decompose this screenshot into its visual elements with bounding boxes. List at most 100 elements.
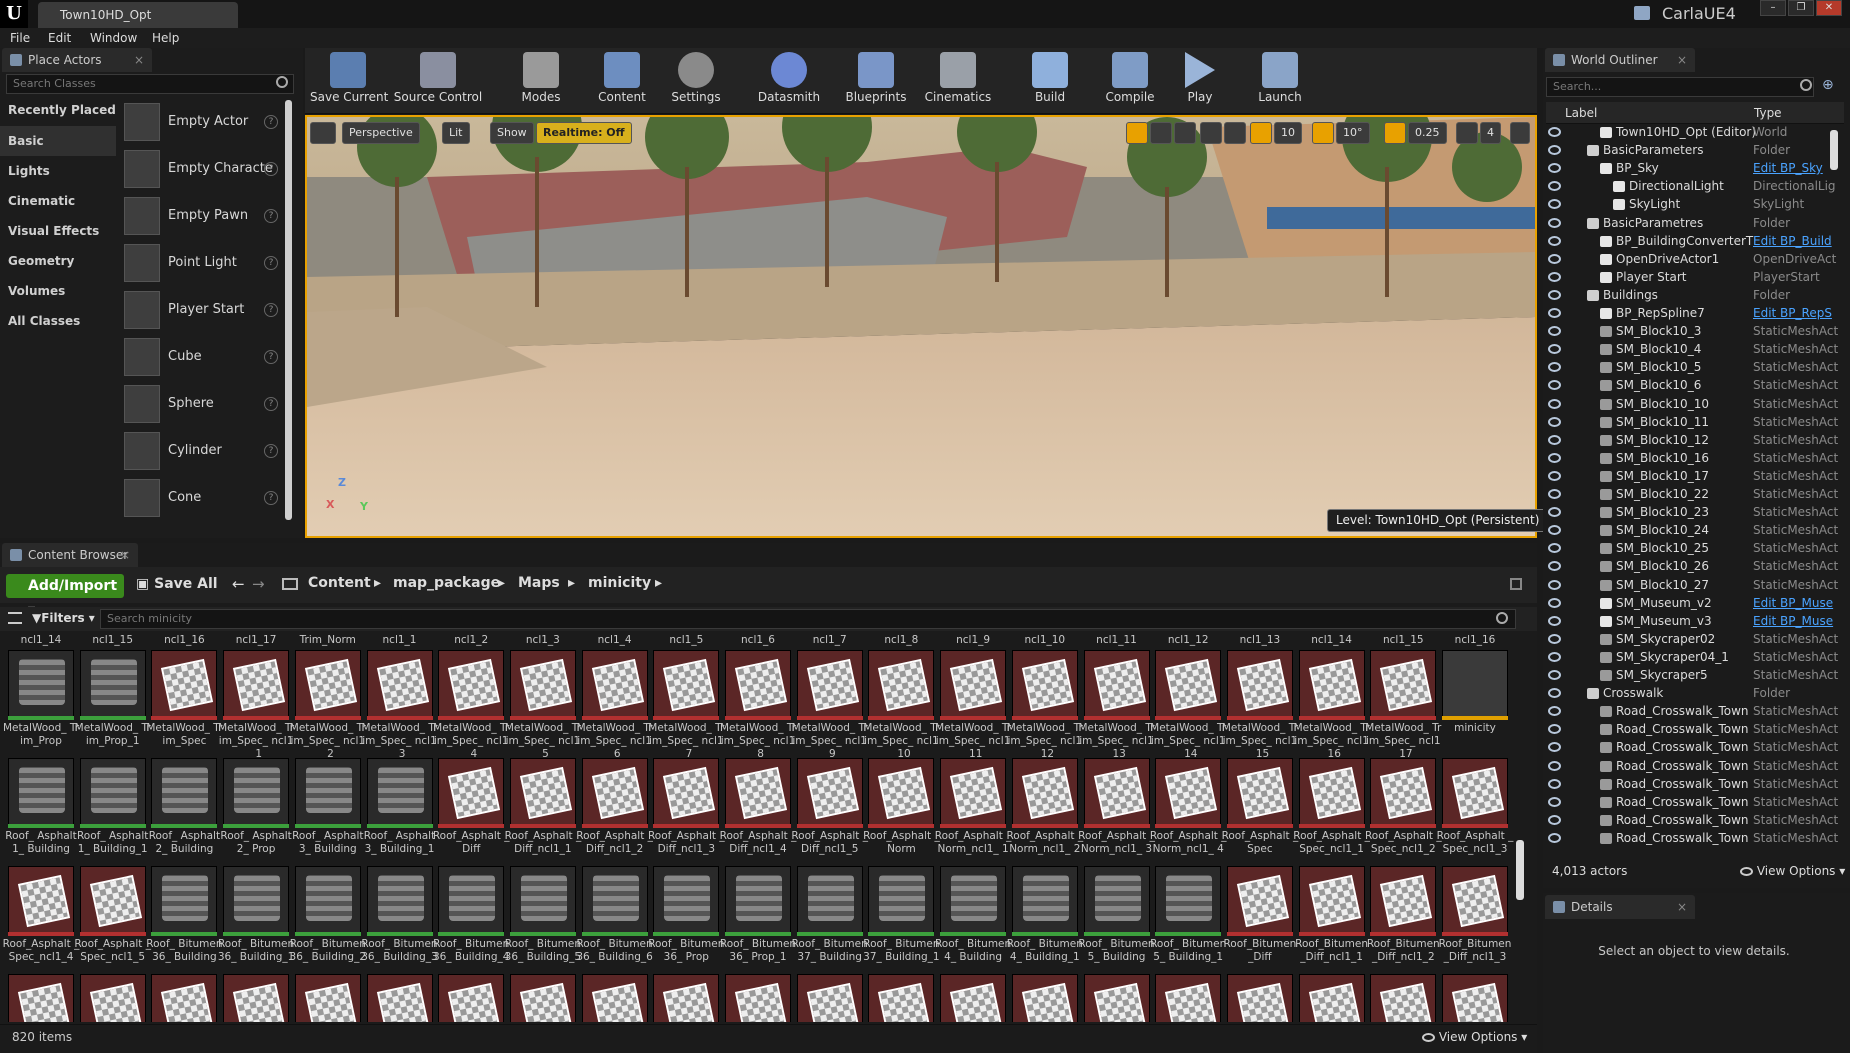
document-tab[interactable]: Town10HD_Opt bbox=[38, 2, 238, 28]
outliner-row[interactable]: SM_Block10_22 StaticMeshAct bbox=[1548, 486, 1848, 504]
outliner-row-type[interactable]: Edit BP_Muse bbox=[1753, 596, 1845, 610]
content-button[interactable]: Content bbox=[592, 48, 652, 112]
actor-empty-actor[interactable]: Empty Actor? bbox=[122, 99, 282, 146]
asset-tile[interactable]: Roof_ Asphalt3_ Building_1 bbox=[364, 758, 435, 864]
menu-file[interactable]: File bbox=[10, 28, 30, 48]
outliner-row[interactable]: SM_Skycraper02 StaticMeshAct bbox=[1548, 631, 1848, 649]
asset-tile[interactable]: Roof_ Asphalt1_ Building bbox=[5, 758, 77, 864]
visibility-eye-icon[interactable] bbox=[1548, 724, 1561, 735]
asset-tile[interactable] bbox=[151, 974, 218, 1022]
category-visual-effects[interactable]: Visual Effects bbox=[0, 216, 116, 246]
visibility-eye-icon[interactable] bbox=[1548, 670, 1561, 680]
actors-scrollbar[interactable] bbox=[285, 100, 292, 520]
close-tab-icon[interactable]: × bbox=[1677, 48, 1687, 72]
asset-tile[interactable] bbox=[8, 974, 74, 1022]
launch-button[interactable]: Launch bbox=[1250, 48, 1310, 112]
visibility-eye-icon[interactable] bbox=[1548, 199, 1561, 210]
build-button[interactable]: Build bbox=[1020, 48, 1080, 112]
visibility-eye-icon[interactable] bbox=[1548, 651, 1561, 662]
visibility-eye-icon[interactable] bbox=[1548, 760, 1561, 771]
asset-tile[interactable]: Roof_ Bitumen36_ Building_1 bbox=[218, 866, 294, 972]
outliner-row[interactable]: Road_Crosswalk_Town StaticMeshAct bbox=[1548, 830, 1848, 848]
asset-tile[interactable]: MetalWood_ Trim_Spec_ ncl1_14 bbox=[1150, 650, 1226, 758]
outliner-row[interactable]: Road_Crosswalk_Town StaticMeshAct bbox=[1548, 739, 1848, 757]
outliner-row[interactable]: BP_BuildingConverterT Edit BP_Build bbox=[1548, 233, 1848, 251]
asset-tile[interactable]: Roof_ Bitumen37_ Building_1 bbox=[863, 866, 940, 972]
asset-tile[interactable]: Roof_Asphalt _Diff_ncl1_2 bbox=[576, 758, 653, 864]
visibility-eye-icon[interactable] bbox=[1548, 778, 1561, 789]
asset-tile[interactable]: Roof_ Bitumen36_ Building_4 bbox=[433, 866, 509, 972]
modes-button[interactable]: Modes bbox=[510, 48, 572, 112]
actor-point-light[interactable]: Point Light? bbox=[122, 240, 282, 287]
visibility-eye-icon[interactable] bbox=[1548, 380, 1561, 391]
visibility-eye-icon[interactable] bbox=[1548, 706, 1561, 717]
asset-tile[interactable]: MetalWood_ Trim_Spec_ ncl1_8 bbox=[720, 650, 796, 758]
category-cinematic[interactable]: Cinematic bbox=[0, 186, 116, 216]
asset-tile[interactable]: MetalWood_ Trim_Prop bbox=[3, 650, 79, 756]
category-recently-placed[interactable]: Recently Placed bbox=[0, 95, 116, 125]
outliner-row[interactable]: Road_Crosswalk_Town StaticMeshAct bbox=[1548, 703, 1848, 721]
outliner-row[interactable]: BasicParametres Folder bbox=[1548, 215, 1848, 233]
asset-tile[interactable]: Roof_Asphalt _Norm_ncl1_ 1 bbox=[935, 758, 1011, 864]
datasmith-button[interactable]: Datasmith bbox=[752, 48, 826, 112]
outliner-row[interactable]: Crosswalk Folder bbox=[1548, 685, 1848, 703]
asset-tile[interactable] bbox=[1298, 974, 1365, 1022]
asset-tile[interactable]: MetalWood_ Trim_Prop_1 bbox=[75, 650, 151, 756]
outliner-row[interactable]: SM_Block10_17 StaticMeshAct bbox=[1548, 468, 1848, 486]
visibility-eye-icon[interactable] bbox=[1548, 525, 1561, 536]
add-import-button[interactable]: Add/Import ▾ bbox=[6, 574, 124, 618]
asset-tile[interactable]: MetalWood_ Trim_Spec_ ncl1_1 bbox=[218, 650, 294, 758]
visibility-eye-icon[interactable] bbox=[1548, 163, 1561, 174]
source-control-status-icon[interactable] bbox=[1634, 6, 1650, 20]
asset-tile[interactable]: MetalWood_ Trim_Spec_ ncl1_15 bbox=[1222, 650, 1298, 758]
asset-tile[interactable]: Roof_Asphalt _Spec_ncl1_4 bbox=[3, 866, 79, 972]
settings-button[interactable]: Settings bbox=[666, 48, 726, 112]
outliner-row[interactable]: OpenDriveActor1 OpenDriveAct bbox=[1548, 251, 1848, 269]
actor-sphere[interactable]: Sphere? bbox=[122, 381, 282, 428]
menu-edit[interactable]: Edit bbox=[48, 28, 71, 48]
grid-snap-value[interactable]: 10 bbox=[1274, 122, 1302, 144]
asset-tile[interactable]: MetalWood_ Trim_Spec bbox=[146, 650, 222, 756]
maximize-viewport-icon[interactable] bbox=[1510, 122, 1530, 144]
outliner-row[interactable]: SM_Block10_4 StaticMeshAct bbox=[1548, 341, 1848, 359]
asset-tile[interactable] bbox=[1226, 974, 1293, 1022]
outliner-row[interactable]: SM_Museum_v3 Edit BP_Muse bbox=[1548, 613, 1848, 631]
outliner-row[interactable]: SM_Skycraper04_1 StaticMeshAct bbox=[1548, 649, 1848, 667]
cinematics-button[interactable]: Cinematics bbox=[922, 48, 994, 112]
visibility-eye-icon[interactable] bbox=[1548, 489, 1561, 499]
asset-tile[interactable]: Roof_Bitumen _Diff_ncl1_2 bbox=[1367, 866, 1440, 972]
outliner-row[interactable]: Road_Crosswalk_Town StaticMeshAct bbox=[1548, 794, 1848, 812]
asset-tile[interactable]: Roof_ Bitumen5_ Building bbox=[1078, 866, 1155, 972]
scale-snap-value[interactable]: 0.25 bbox=[1408, 122, 1447, 144]
visibility-eye-icon[interactable] bbox=[1548, 326, 1561, 337]
asset-tile[interactable]: MetalWood_ Trim_Spec_ ncl1_10 bbox=[863, 650, 939, 758]
asset-tile[interactable]: Roof_ Bitumen4_ Building bbox=[935, 866, 1011, 972]
surface-snap-icon[interactable] bbox=[1224, 122, 1246, 144]
visibility-eye-icon[interactable] bbox=[1548, 145, 1561, 156]
outliner-options-icon[interactable]: ⊕ bbox=[1822, 77, 1842, 97]
world-space-icon[interactable] bbox=[1200, 122, 1222, 144]
asset-tile[interactable]: Roof_Asphalt _Norm_ncl1_ 2 bbox=[1006, 758, 1083, 864]
outliner-row[interactable]: Town10HD_Opt (Editor) World bbox=[1548, 124, 1848, 142]
asset-tile[interactable] bbox=[868, 974, 935, 1022]
asset-tile[interactable]: Roof_ Bitumen4_ Building_1 bbox=[1007, 866, 1083, 972]
asset-tile[interactable]: MetalWood_ Trim_Spec_ ncl1_12 bbox=[1007, 650, 1083, 758]
asset-tile[interactable]: Roof_Asphalt _Diff bbox=[433, 758, 510, 864]
outliner-scrollbar[interactable] bbox=[1830, 130, 1838, 170]
visibility-eye-icon[interactable] bbox=[1548, 308, 1561, 318]
back-arrow-icon[interactable]: ← bbox=[232, 575, 245, 593]
outliner-row-type[interactable]: Edit BP_Muse bbox=[1753, 614, 1845, 628]
outliner-row[interactable]: SM_Block10_27 StaticMeshAct bbox=[1548, 577, 1848, 595]
visibility-eye-icon[interactable] bbox=[1548, 615, 1561, 626]
scale-icon[interactable] bbox=[1174, 122, 1196, 144]
outliner-row[interactable]: SM_Block10_5 StaticMeshAct bbox=[1548, 359, 1848, 377]
asset-tile[interactable]: Roof_Asphalt _Norm_ncl1_ 4 bbox=[1150, 758, 1227, 864]
save-current-button[interactable]: Save Current bbox=[310, 48, 388, 112]
asset-tile[interactable]: minicity bbox=[1442, 650, 1508, 756]
camera-speed-value[interactable]: 4 bbox=[1480, 122, 1501, 144]
asset-tile[interactable] bbox=[366, 974, 433, 1022]
asset-tile[interactable]: Roof_ Bitumen36_ Building bbox=[146, 866, 222, 972]
visibility-eye-icon[interactable] bbox=[1548, 271, 1561, 282]
forward-arrow-icon[interactable]: → bbox=[252, 575, 265, 593]
visibility-eye-icon[interactable] bbox=[1548, 796, 1561, 807]
